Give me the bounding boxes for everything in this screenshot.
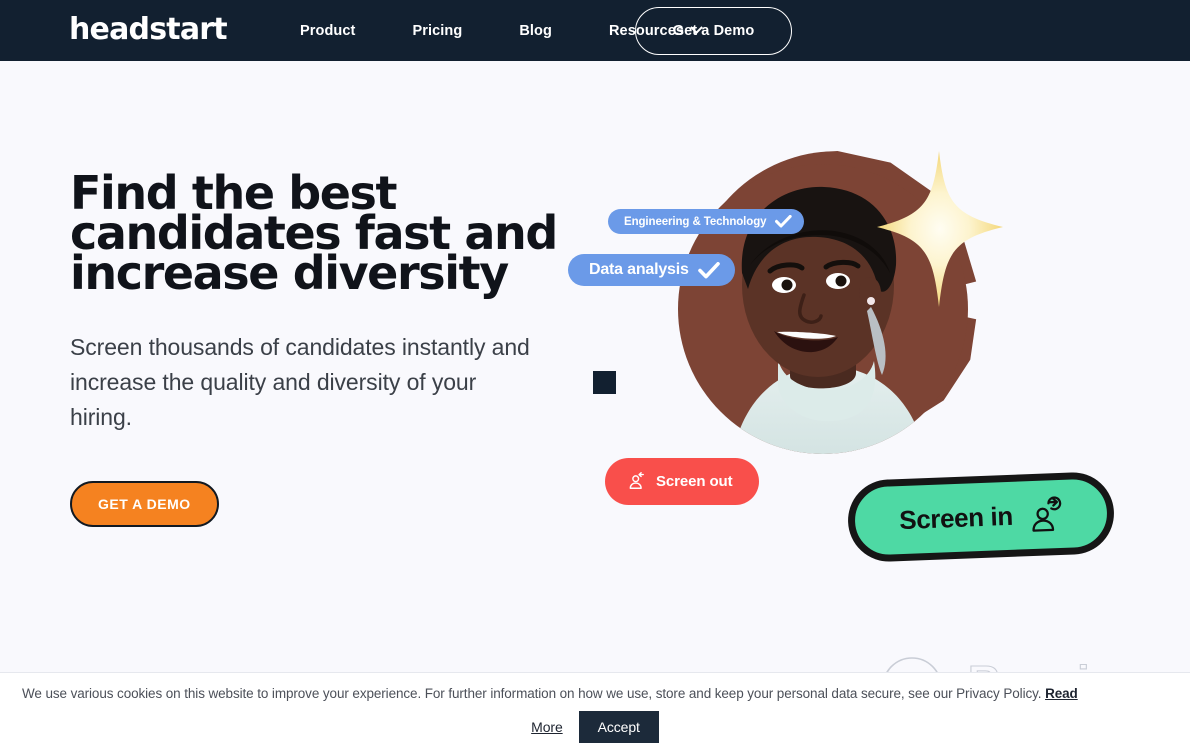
page-title: Find the best candidates fast and increa… [70,170,570,300]
cookie-more-link[interactable]: More [531,719,563,735]
cookie-consent-banner: We use various cookies on this website t… [0,672,1190,753]
checkmark-icon [697,261,720,279]
badge-engineering-technology-label: Engineering & Technology [624,215,767,228]
nav-item-pricing-label: Pricing [412,22,463,39]
cookie-read-link[interactable]: Read [1045,686,1078,701]
nav-item-product[interactable]: Product [300,17,355,45]
get-a-demo-button[interactable]: Get a Demo [635,7,792,55]
cookie-actions: More Accept [0,711,1190,743]
hero-section: Find the best candidates fast and increa… [0,61,1190,672]
person-screen-out-icon [627,472,646,491]
headline-line-3: increase diversity [70,246,509,300]
hero-get-a-demo-button[interactable]: GET A DEMO [70,481,219,527]
cookie-accept-button[interactable]: Accept [578,711,659,743]
cookie-message: We use various cookies on this website t… [22,685,1170,703]
nav-item-blog-label: Blog [519,22,552,39]
screen-in-button[interactable]: Screen in [846,470,1116,564]
nav-item-blog[interactable]: Blog [519,17,552,45]
decorative-square [593,371,616,394]
badge-engineering-technology[interactable]: Engineering & Technology [608,209,805,234]
hero-subheading: Screen thousands of candidates instantly… [70,334,530,430]
nav-item-product-label: Product [300,22,356,39]
screen-out-label: Screen out [656,473,733,490]
screen-out-button[interactable]: Screen out [605,458,759,505]
top-navigation-bar: headstart Product Pricing Blog Resources… [0,0,1190,61]
badge-data-analysis-label: Data analysis [589,261,689,278]
nav-item-pricing[interactable]: Pricing [412,17,462,45]
badge-data-analysis[interactable]: Data analysis [568,254,735,286]
checkmark-icon [775,215,793,228]
screen-in-label: Screen in [898,500,1014,535]
hero-artwork: Engineering & Technology Data analysis S… [560,131,1140,591]
brand-logo[interactable]: headstart [69,13,228,47]
person-screen-in-icon [1026,496,1063,533]
hero-copy: Find the best candidates fast and increa… [70,170,570,527]
cookie-message-text: We use various cookies on this website t… [22,686,1042,701]
